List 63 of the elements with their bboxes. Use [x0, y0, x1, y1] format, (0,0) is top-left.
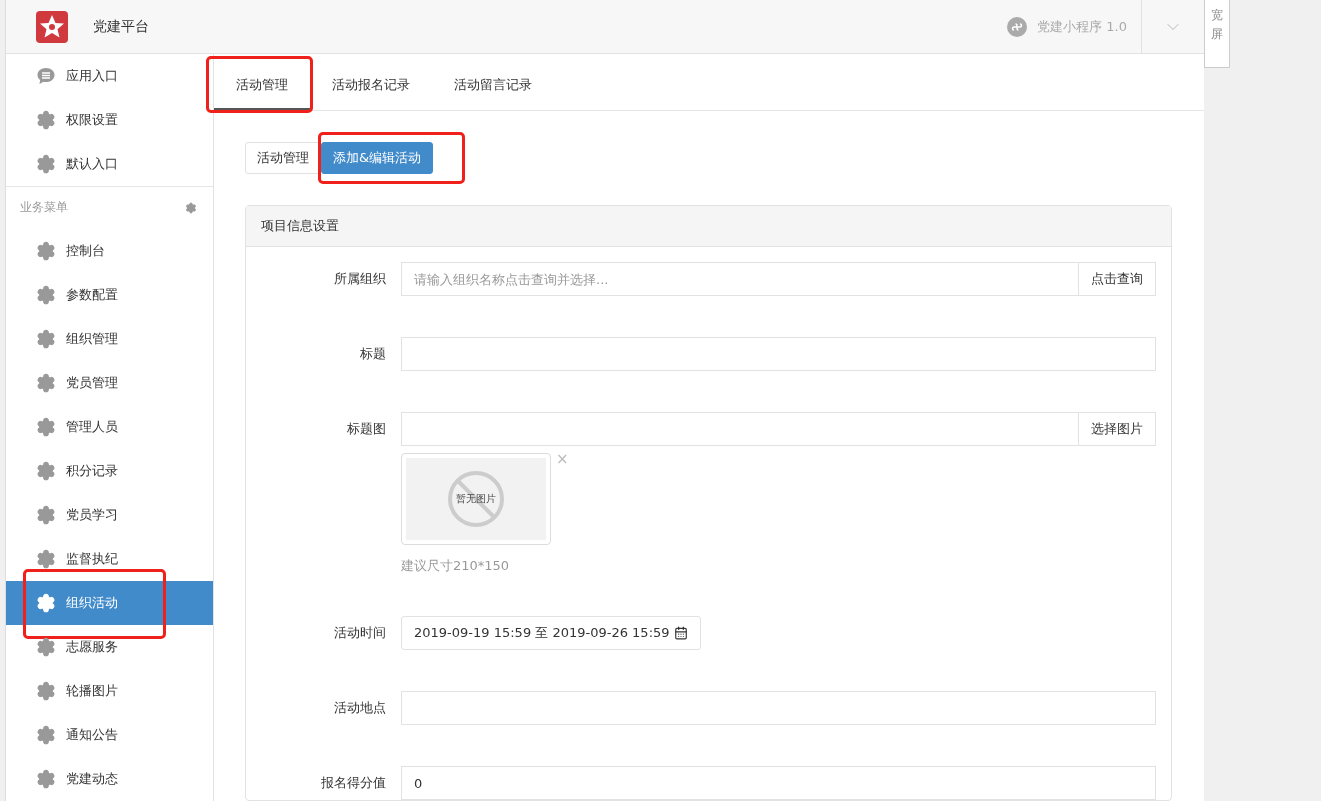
field-label: 标题 — [359, 345, 387, 363]
gear-icon — [36, 154, 56, 174]
sidebar-item[interactable]: 积分记录 — [6, 449, 213, 493]
size-hint: 建议尺寸210*150 — [401, 557, 511, 575]
field-label: 活动地点 — [333, 699, 387, 717]
tab[interactable]: 活动报名记录 — [310, 62, 432, 110]
tab[interactable]: 活动管理 — [214, 62, 310, 110]
input-field[interactable] — [401, 337, 1156, 371]
sidebar-item[interactable]: 党员管理 — [6, 361, 213, 405]
input-field[interactable]: 0 — [401, 766, 1156, 800]
input-field[interactable] — [401, 412, 1079, 446]
sidebar-item[interactable]: 控制台 — [6, 229, 213, 273]
sidebar-item[interactable]: 组织管理 — [6, 317, 213, 361]
star-logo-icon — [36, 10, 68, 43]
sidebar-item[interactable]: 党建动态 — [6, 757, 213, 801]
app-title: 党建平台 — [93, 17, 149, 36]
sidebar-item[interactable]: 监督执纪 — [6, 537, 213, 581]
sidebar-item[interactable]: 应用入口 — [6, 54, 213, 98]
chat-icon — [36, 66, 56, 86]
no-image-text: 暂无图片 — [456, 492, 496, 506]
field-label: 标题图 — [346, 420, 387, 438]
sidebar-item[interactable]: 权限设置 — [6, 98, 213, 142]
section-title: 业务菜单 — [20, 199, 68, 217]
gear-icon — [36, 549, 56, 569]
input-field[interactable] — [401, 691, 1156, 725]
search-button[interactable]: 点击查询 — [1079, 262, 1156, 296]
gear-icon — [36, 505, 56, 525]
field-label: 所属组织 — [333, 270, 387, 288]
sidebar-item[interactable]: 默认入口 — [6, 142, 213, 186]
gear-icon — [36, 769, 56, 789]
toggle-button[interactable]: 活动管理 — [245, 142, 321, 174]
calendar-icon — [673, 626, 688, 640]
gear-icon — [36, 373, 56, 393]
field-label: 报名得分值 — [320, 774, 387, 792]
sidebar-item[interactable]: 管理人员 — [6, 405, 213, 449]
app-version: 党建小程序 1.0 — [1037, 17, 1127, 36]
gear-icon[interactable] — [185, 201, 197, 214]
gear-icon — [36, 241, 56, 261]
sidebar-item[interactable]: 参数配置 — [6, 273, 213, 317]
sidebar-item[interactable]: 党员学习 — [6, 493, 213, 537]
tab[interactable]: 活动留言记录 — [432, 62, 554, 110]
sidebar-item[interactable]: 通知公告 — [6, 713, 213, 757]
no-image-icon — [446, 469, 506, 529]
gear-icon — [36, 681, 56, 701]
sidebar-item[interactable]: 轮播图片 — [6, 669, 213, 713]
select-image-button[interactable]: 选择图片 — [1079, 412, 1156, 446]
gear-icon — [36, 725, 56, 745]
gear-icon — [36, 285, 56, 305]
gear-icon — [36, 329, 56, 349]
panel-title: 项目信息设置 — [246, 206, 1171, 247]
field-label: 活动时间 — [333, 624, 387, 642]
wide-screen-tab[interactable]: 宽屏 — [1204, 0, 1230, 68]
sidebar-item[interactable]: 志愿服务 — [6, 625, 213, 669]
gear-icon — [36, 417, 56, 437]
gear-icon — [36, 593, 56, 613]
toggle-button[interactable]: 添加&编辑活动 — [321, 142, 434, 174]
gear-icon — [36, 461, 56, 481]
sidebar-item[interactable]: 组织活动 — [6, 581, 213, 625]
gear-icon — [36, 637, 56, 657]
input-field[interactable]: 请输入组织名称点击查询并选择... — [401, 262, 1079, 296]
date-range-field[interactable]: 2019-09-19 15:59 至 2019-09-26 15:59 — [401, 616, 701, 650]
gear-icon — [36, 110, 56, 130]
link-circle-icon — [1007, 16, 1028, 37]
